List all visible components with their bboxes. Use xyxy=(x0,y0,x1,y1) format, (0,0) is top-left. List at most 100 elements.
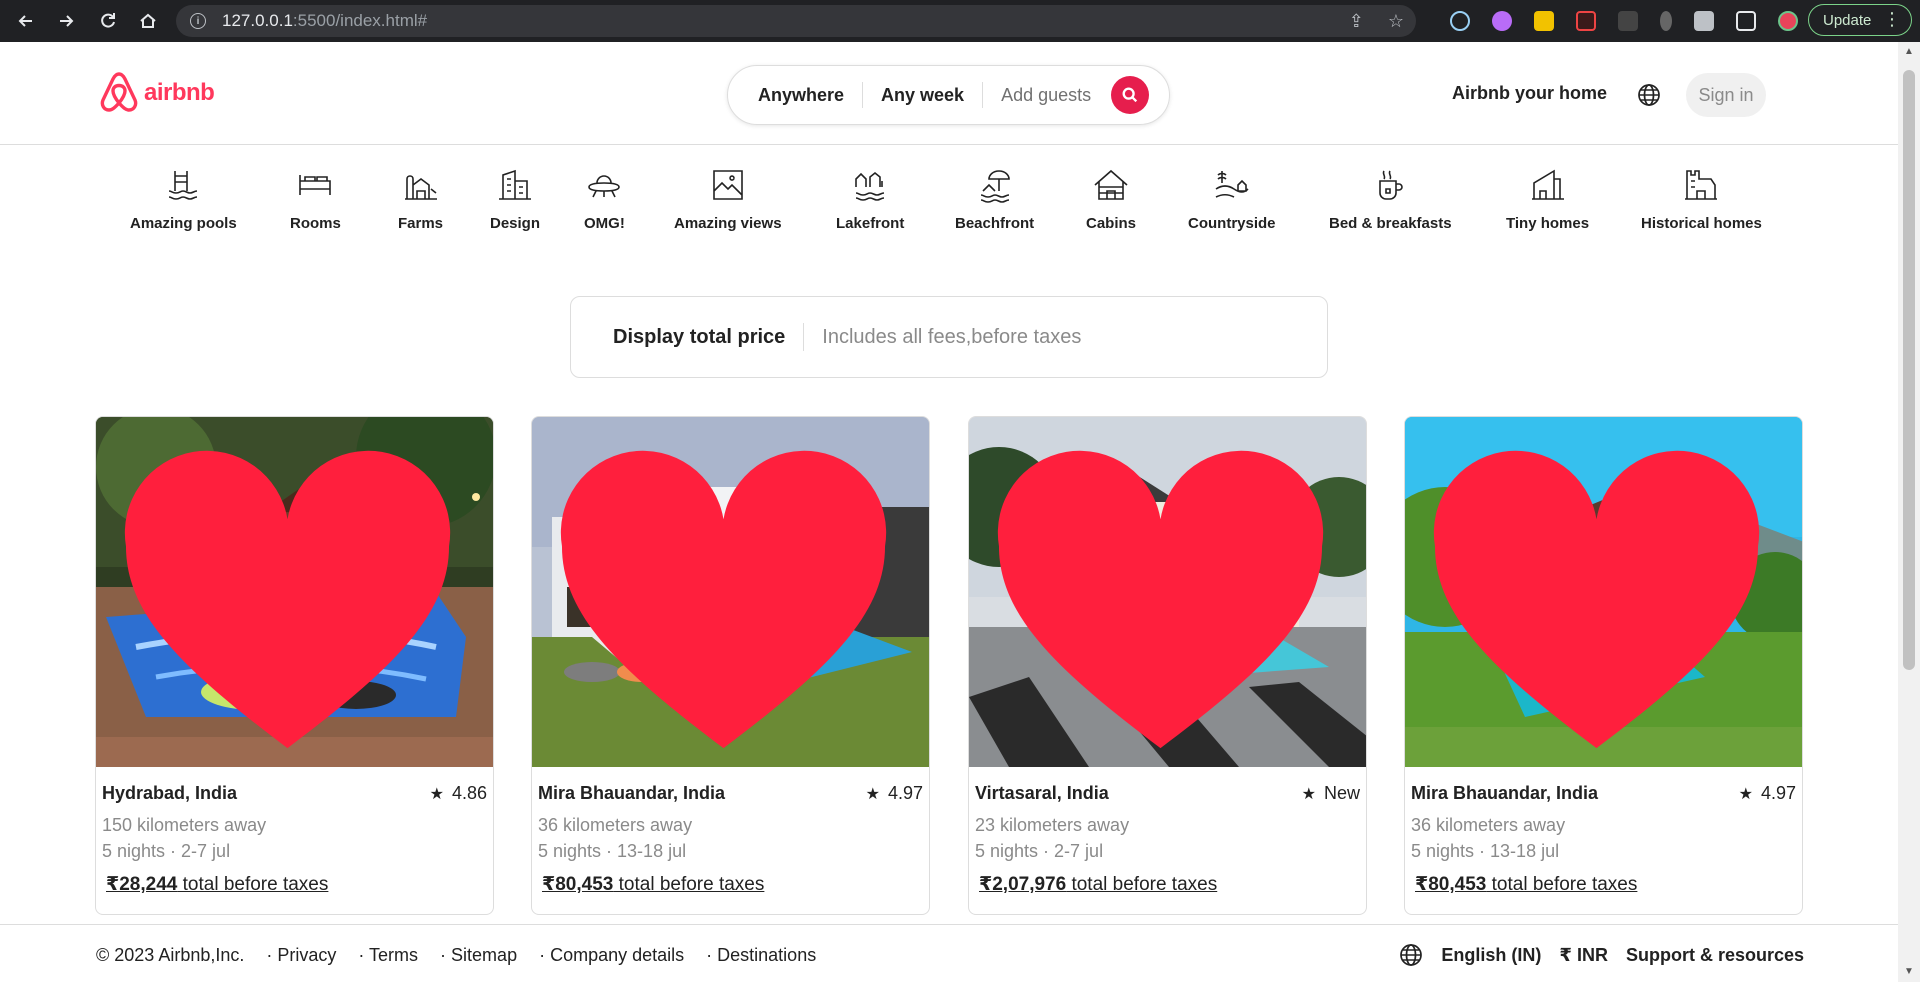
category-cabins[interactable]: Cabins xyxy=(1086,167,1136,232)
listing-price[interactable]: ₹28,244 total before taxes xyxy=(106,873,328,896)
site-info-icon[interactable]: i xyxy=(190,13,206,29)
star-icon: ★ xyxy=(865,785,880,803)
share-icon[interactable]: ⇪ xyxy=(1349,11,1364,32)
menu-dots-icon[interactable]: ⋮ xyxy=(1883,9,1901,30)
footer-link-company-details[interactable]: · Company details xyxy=(539,945,684,966)
heart-icon[interactable] xyxy=(532,425,923,767)
listing-card[interactable]: Mira Bhauandar, India ★ 4.97 36 kilometer… xyxy=(1404,416,1803,915)
listing-photo[interactable] xyxy=(96,417,493,767)
host-link[interactable]: Airbnb your home xyxy=(1452,83,1607,104)
heart-icon[interactable] xyxy=(969,425,1360,767)
listing-price[interactable]: ₹2,07,976 total before taxes xyxy=(979,873,1217,896)
home-icon[interactable] xyxy=(128,0,168,42)
listing-rating: ★ 4.97 xyxy=(865,783,923,803)
listing-photo[interactable] xyxy=(532,417,929,767)
extension-icon[interactable] xyxy=(1618,11,1638,31)
listing-photo[interactable] xyxy=(969,417,1366,767)
reload-icon[interactable] xyxy=(88,0,128,42)
beach-icon xyxy=(980,170,1010,203)
display-total-price-toggle[interactable]: Display total price Includes all fees,be… xyxy=(570,296,1328,378)
price-toggle-subtitle: Includes all fees,before taxes xyxy=(822,325,1082,348)
profile-avatar[interactable] xyxy=(1778,11,1798,31)
extension-icon[interactable] xyxy=(1534,11,1554,31)
search-button[interactable] xyxy=(1111,76,1150,114)
listing-rating: ★ New xyxy=(1301,783,1360,803)
listing-card[interactable]: Virtasaral, India ★ New 23 kilometers awa… xyxy=(968,416,1367,915)
extension-icon[interactable] xyxy=(1576,11,1596,31)
listing-dates: 5 nights · 13-18 jul xyxy=(538,841,687,861)
extension-icon[interactable] xyxy=(1492,11,1512,31)
address-bar[interactable]: i 127.0.0.1:5500/index.html# ⇪ ☆ xyxy=(176,5,1416,37)
tiny-home-icon xyxy=(1531,169,1564,200)
category-amazing-views[interactable]: Amazing views xyxy=(674,167,782,232)
listing-location: Mira Bhauandar, India xyxy=(538,783,726,803)
search-when[interactable]: Any week xyxy=(863,85,982,106)
ufo-icon xyxy=(588,175,621,198)
footer-link-destinations[interactable]: · Destinations xyxy=(706,945,816,966)
countryside-icon xyxy=(1215,171,1249,198)
signin-button[interactable]: Sign in xyxy=(1686,73,1766,117)
category-amazing-pools[interactable]: Amazing pools xyxy=(130,167,237,232)
category-lakefront[interactable]: Lakefront xyxy=(836,167,904,232)
category-farms[interactable]: Farms xyxy=(398,167,443,232)
category-tiny-homes[interactable]: Tiny homes xyxy=(1506,167,1589,232)
bookmark-star-icon[interactable]: ☆ xyxy=(1388,11,1404,32)
listing-distance: 23 kilometers away xyxy=(975,815,1130,835)
listing-location: Mira Bhauandar, India xyxy=(1411,783,1599,803)
category-bed-breakfasts[interactable]: Bed & breakfasts xyxy=(1329,167,1452,232)
category-countryside[interactable]: Countryside xyxy=(1188,167,1276,232)
category-beachfront[interactable]: Beachfront xyxy=(955,167,1034,232)
listing-price[interactable]: ₹80,453 total before taxes xyxy=(1415,873,1637,896)
listing-location: Virtasaral, India xyxy=(975,783,1109,803)
extension-icon[interactable] xyxy=(1660,11,1672,31)
search-bar[interactable]: Anywhere Any week Add guests xyxy=(727,65,1170,125)
airbnb-logo[interactable]: airbnb xyxy=(96,68,215,118)
listing-rating: ★ 4.97 xyxy=(1738,783,1796,803)
price-toggle-title: Display total price xyxy=(613,325,786,348)
star-icon: ★ xyxy=(429,785,444,803)
globe-icon[interactable] xyxy=(1637,83,1661,107)
footer-link-sitemap[interactable]: · Sitemap xyxy=(440,945,517,966)
copyright-text: © 2023 Airbnb,Inc. xyxy=(96,945,245,965)
side-panel-icon[interactable] xyxy=(1736,11,1756,31)
browser-toolbar: i 127.0.0.1:5500/index.html# ⇪ ☆ Update … xyxy=(0,0,1920,42)
support-link[interactable]: Support & resources xyxy=(1626,945,1804,966)
scrollbar-thumb[interactable] xyxy=(1903,70,1915,670)
forward-icon[interactable] xyxy=(46,0,86,42)
listing-card[interactable]: Hydrabad, India ★ 4.86 150 kilometers awa… xyxy=(95,416,494,915)
listing-card[interactable]: Mira Bhauandar, India ★ 4.97 36 kilometer… xyxy=(531,416,930,915)
currency-selector[interactable]: ₹ INR xyxy=(1559,945,1608,966)
airbnb-logo-icon xyxy=(100,72,138,112)
search-where[interactable]: Anywhere xyxy=(728,85,862,106)
puzzle-icon[interactable] xyxy=(1694,11,1714,31)
react-devtools-icon[interactable] xyxy=(1450,11,1470,31)
pool-icon xyxy=(169,171,198,200)
star-icon: ★ xyxy=(1301,785,1316,803)
castle-icon xyxy=(1685,170,1718,200)
language-selector[interactable]: English (IN) xyxy=(1441,945,1541,966)
footer-link-privacy[interactable]: · Privacy xyxy=(266,945,336,966)
divider xyxy=(803,323,805,351)
category-design[interactable]: Design xyxy=(490,167,540,232)
listing-location: Hydrabad, India xyxy=(102,783,238,803)
search-icon xyxy=(1122,87,1138,103)
listing-photo[interactable] xyxy=(1405,417,1802,767)
url-text[interactable]: 127.0.0.1:5500/index.html# xyxy=(222,11,427,31)
back-icon[interactable] xyxy=(6,0,46,42)
category-rooms[interactable]: Rooms xyxy=(290,167,341,232)
site-header: airbnb Anywhere Any week Add guests Airb… xyxy=(0,42,1898,145)
category-omg[interactable]: OMG! xyxy=(584,167,625,232)
search-guests[interactable]: Add guests xyxy=(983,85,1109,106)
listing-dates: 5 nights · 13-18 jul xyxy=(1411,841,1560,861)
listing-price[interactable]: ₹80,453 total before taxes xyxy=(542,873,764,896)
category-historical-homes[interactable]: Historical homes xyxy=(1641,167,1762,232)
listing-rating: ★ 4.86 xyxy=(429,783,487,803)
globe-icon[interactable] xyxy=(1399,943,1423,967)
heart-icon[interactable] xyxy=(96,425,487,767)
cabin-icon xyxy=(1094,169,1128,200)
heart-icon[interactable] xyxy=(1405,425,1796,767)
update-button[interactable]: Update ⋮ xyxy=(1808,4,1912,36)
scroll-down-icon[interactable]: ▼ xyxy=(1902,966,1916,980)
scroll-up-icon[interactable]: ▲ xyxy=(1902,46,1916,60)
footer-link-terms[interactable]: · Terms xyxy=(358,945,418,966)
